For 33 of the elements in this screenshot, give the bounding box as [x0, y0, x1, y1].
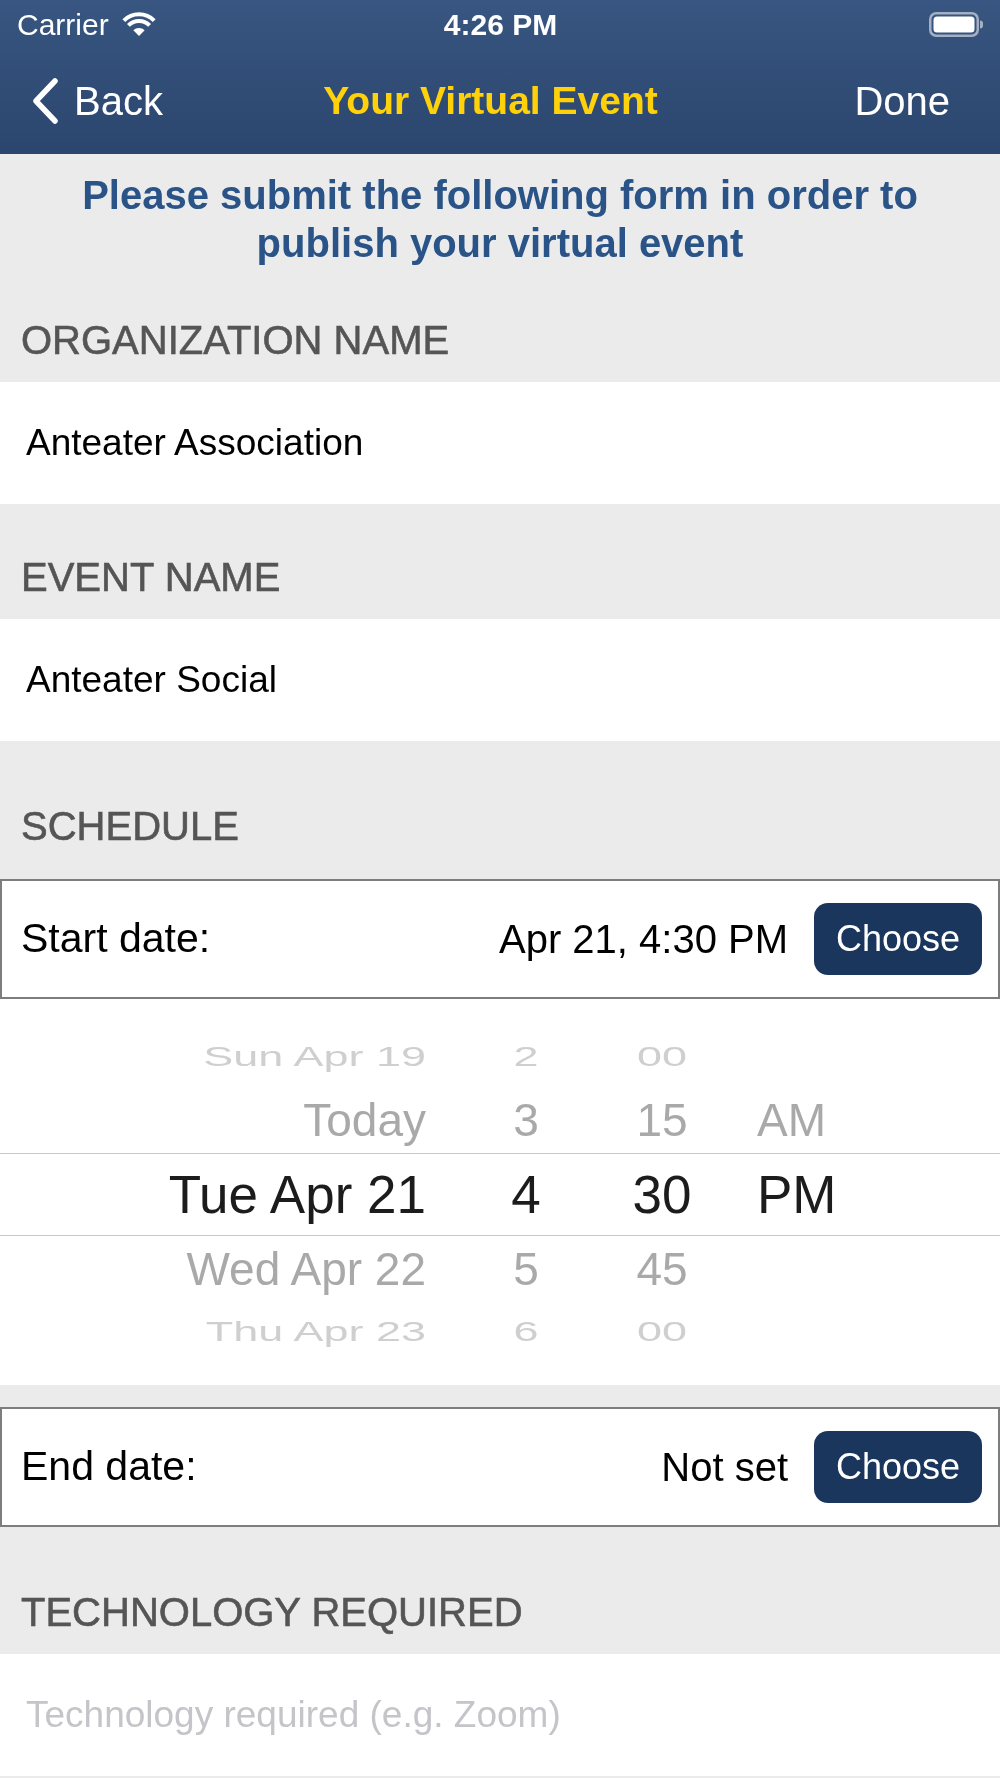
- date-label: Start date:: [21, 914, 212, 964]
- page-title: Your Virtual Event: [323, 77, 658, 124]
- section-header: EVENT NAME: [20, 554, 282, 601]
- intro-text: Please submit the following form in order to publish your virtual event: [81, 172, 919, 267]
- picker-date[interactable]: Wed Apr 22: [186, 1234, 426, 1304]
- picker-hour[interactable]: 4: [511, 1154, 541, 1235]
- battery-icon: [929, 11, 984, 37]
- picker-minute[interactable]: 30: [632, 1154, 692, 1235]
- text-field[interactable]: Anteater Social: [0, 619, 1000, 741]
- section-header: SCHEDULE: [20, 803, 240, 850]
- chevron-left-icon: [31, 78, 59, 124]
- date-value: Not set: [661, 1444, 788, 1491]
- choose-button[interactable]: Choose: [814, 1431, 982, 1503]
- carrier-label: Carrier: [17, 6, 109, 43]
- picker-period[interactable]: PM: [757, 1154, 837, 1235]
- picker-minute[interactable]: 15: [636, 1085, 688, 1155]
- picker-minute[interactable]: 45: [636, 1234, 688, 1304]
- section-header: ORGANIZATION NAME: [20, 317, 451, 364]
- date-value: Apr 21, 4:30 PM: [498, 916, 788, 963]
- text-field[interactable]: Anteater Association: [0, 382, 1000, 504]
- picker-date[interactable]: Tue Apr 21: [168, 1154, 426, 1235]
- back-button[interactable]: Back: [31, 77, 163, 125]
- wifi-icon: [121, 11, 156, 37]
- status-time: 4:26 PM: [443, 6, 558, 43]
- choose-button[interactable]: Choose: [814, 903, 982, 975]
- section-header: TECHNOLOGY REQUIRED: [20, 1589, 524, 1636]
- picker-hour[interactable]: 5: [513, 1234, 539, 1304]
- text-field[interactable]: Technology required (e.g. Zoom): [0, 1654, 1000, 1776]
- picker-hour[interactable]: 3: [513, 1085, 539, 1155]
- done-button[interactable]: Done: [854, 77, 950, 125]
- date-label: End date:: [21, 1442, 198, 1492]
- picker-period[interactable]: AM: [757, 1085, 826, 1155]
- picker-date[interactable]: Today: [303, 1085, 426, 1155]
